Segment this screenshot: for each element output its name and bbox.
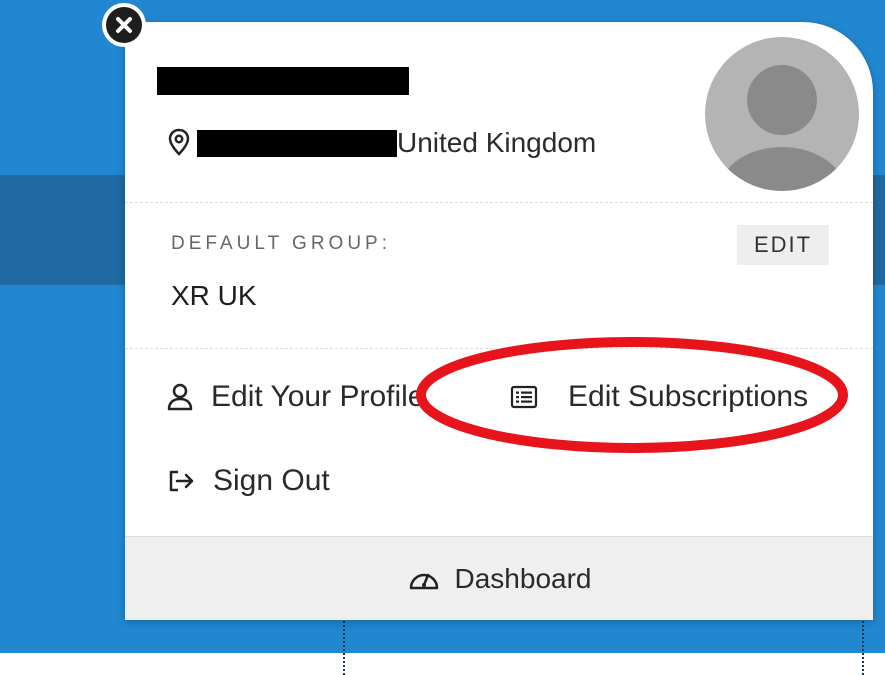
edit-group-button[interactable]: EDIT: [737, 225, 829, 265]
divider: [125, 348, 873, 349]
dashboard-button[interactable]: Dashboard: [125, 536, 873, 620]
close-button[interactable]: [102, 3, 146, 47]
user-icon: [167, 383, 193, 411]
edit-subscriptions-link[interactable]: Edit Subscriptions: [510, 380, 808, 414]
close-icon: [106, 7, 142, 43]
redacted-user-name: [157, 67, 409, 95]
user-avatar-icon[interactable]: [705, 37, 859, 191]
sign-out-label: Sign Out: [213, 464, 330, 497]
gauge-icon: [409, 573, 438, 590]
default-group-value: XR UK: [171, 280, 257, 311]
edit-profile-label: Edit Your Profile: [211, 380, 425, 413]
sign-out-icon: [169, 470, 194, 492]
redacted-location: [197, 130, 397, 157]
user-profile-popup: United Kingdom DEFAULT GROUP: EDIT XR UK…: [125, 22, 873, 620]
list-icon: [510, 385, 538, 409]
edit-profile-link[interactable]: Edit Your Profile: [167, 380, 424, 414]
divider: [125, 202, 873, 203]
map-pin-icon: [168, 128, 190, 156]
dashboard-label: Dashboard: [454, 563, 592, 594]
sign-out-link[interactable]: Sign Out: [167, 464, 330, 498]
default-group-label: DEFAULT GROUP:: [171, 233, 391, 254]
location-country: United Kingdom: [397, 127, 597, 158]
edit-subscriptions-label: Edit Subscriptions: [568, 380, 809, 413]
